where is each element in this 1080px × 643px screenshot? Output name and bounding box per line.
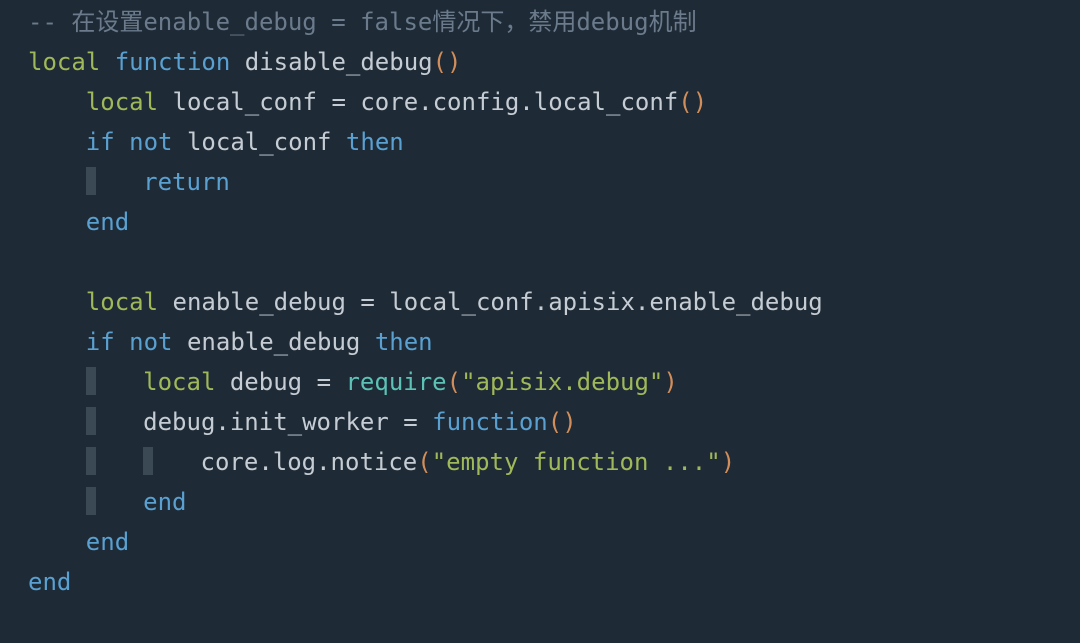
fn-require: require [345,368,446,396]
function-name: disable_debug [245,48,433,76]
code-line: end [28,208,129,236]
code-line [28,248,42,276]
keyword-if: if [86,128,115,156]
paren-close: ) [447,48,461,76]
paren-open: ( [678,88,692,116]
code-line: local enable_debug = local_conf.apisix.e… [28,288,823,316]
code-line: -- 在设置enable_debug = false情况下，禁用debug机制 [28,8,697,36]
code-line: debug.init_worker = function() [28,408,577,436]
keyword-local: local [143,368,215,396]
code-line: local local_conf = core.config.local_con… [28,88,707,116]
keyword-end: end [143,488,186,516]
path-enable-debug: local_conf.apisix.enable_debug [389,288,822,316]
code-block: -- 在设置enable_debug = false情况下，禁用debug机制 … [0,0,1080,604]
paren-open: ( [433,48,447,76]
var-debug: debug [230,368,302,396]
keyword-function: function [432,408,548,436]
keyword-local: local [28,48,100,76]
indent-guide [86,407,96,435]
code-line: if not enable_debug then [28,328,433,356]
keyword-local: local [86,88,158,116]
op-eq: = [403,408,417,436]
indent-guide [86,167,96,195]
indent-guide [86,487,96,515]
code-line: end [28,528,129,556]
comment-token: -- [28,8,57,36]
call-path: core.config.local_conf [360,88,678,116]
indent-guide [86,447,96,475]
paren-open: ( [417,448,431,476]
code-line: local function disable_debug() [28,48,462,76]
paren-close: ) [693,88,707,116]
keyword-end: end [28,568,71,596]
keyword-not: not [129,328,172,356]
code-line: if not local_conf then [28,128,404,156]
code-line: end [28,488,187,516]
keyword-end: end [86,528,129,556]
keyword-return: return [143,168,230,196]
path-init-worker: debug.init_worker [143,408,389,436]
indent-guide [86,367,96,395]
keyword-then: then [346,128,404,156]
keyword-if: if [86,328,115,356]
paren-open: ( [548,408,562,436]
var-local-conf: local_conf [187,128,332,156]
code-line: core.log.notice("empty function ...") [28,448,735,476]
op-eq: = [317,368,331,396]
keyword-end: end [86,208,129,236]
paren-close: ) [562,408,576,436]
comment-text: 在设置enable_debug = false情况下，禁用debug机制 [57,8,697,36]
code-line: return [28,168,230,196]
indent-guide [143,447,153,475]
paren-open: ( [447,368,461,396]
op-eq: = [331,88,345,116]
path-log-notice: core.log.notice [201,448,418,476]
paren-close: ) [721,448,735,476]
string-token: "apisix.debug" [461,368,663,396]
op-eq: = [360,288,374,316]
string-token: "empty function ..." [432,448,721,476]
var-enable-debug: enable_debug [187,328,360,356]
code-line: local debug = require("apisix.debug") [28,368,678,396]
keyword-function: function [115,48,231,76]
var-local-conf: local_conf [173,88,318,116]
keyword-local: local [86,288,158,316]
keyword-not: not [129,128,172,156]
paren-close: ) [663,368,677,396]
var-enable-debug: enable_debug [173,288,346,316]
keyword-then: then [375,328,433,356]
code-line: end [28,568,71,596]
